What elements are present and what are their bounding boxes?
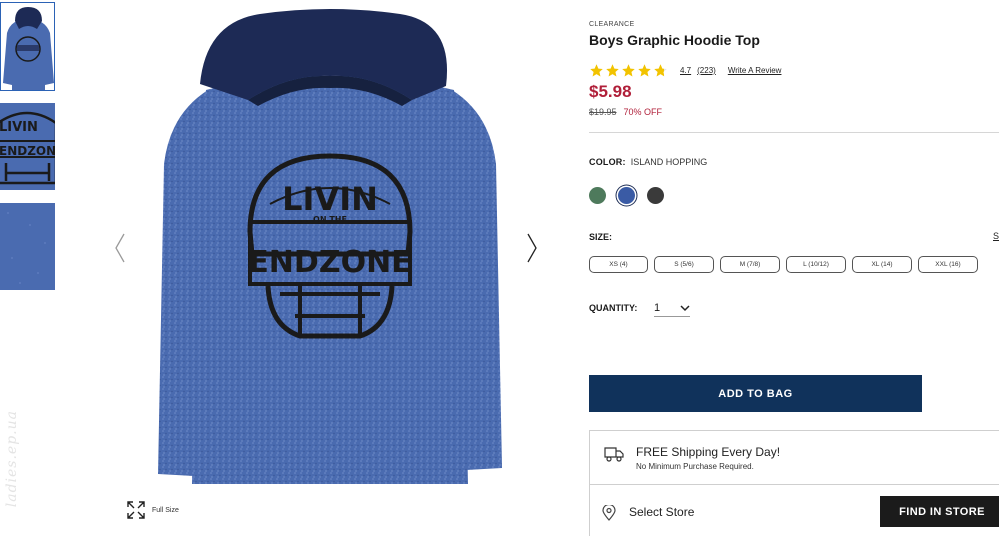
chevron-down-icon [680,304,690,311]
location-pin-icon [602,505,616,521]
chevron-right-icon [527,233,537,263]
swatch-charcoal[interactable] [647,187,664,204]
size-label: SIZE: [589,232,613,242]
discount-label: 70% OFF [623,107,663,117]
quantity-label: QUANTITY: [589,303,638,313]
store-row: Select Store FIND IN STORE [590,485,999,536]
color-label: COLOR: [589,157,626,167]
star-icon [590,64,603,77]
product-info-panel: CLEARANCE Boys Graphic Hoodie Top 4.7 (2… [589,0,999,536]
quantity-select[interactable]: 1 [654,299,690,317]
find-in-store-button[interactable]: FIND IN STORE [880,496,999,527]
star-rating [589,63,668,78]
next-image-button[interactable] [522,230,542,266]
free-shipping-title: FREE Shipping Every Day! [636,445,781,459]
size-option-l[interactable]: L (10/12) [786,256,846,273]
graphic-text-livin: LIVIN [282,180,378,218]
sale-price: $5.98 [589,82,632,101]
color-swatches [589,187,664,204]
expand-icon [127,501,145,519]
thumbnail-1[interactable] [0,2,55,91]
size-option-xs[interactable]: XS (4) [589,256,648,273]
quantity-value: 1 [654,301,661,314]
divider [589,132,999,133]
svg-text:LIVIN: LIVIN [0,120,38,135]
shipping-row: FREE Shipping Every Day! No Minimum Purc… [590,431,999,485]
size-option-m[interactable]: M (7/8) [720,256,780,273]
size-option-xxl[interactable]: XXL (16) [918,256,978,273]
size-guide-link[interactable]: S [993,231,999,241]
graphic-text-endzone: ENDZONE [248,245,411,280]
product-title: Boys Graphic Hoodie Top [589,32,760,48]
size-option-xl[interactable]: XL (14) [852,256,912,273]
add-to-bag-button[interactable]: ADD TO BAG [589,375,922,412]
main-product-image[interactable]: LIVIN ON THE ENDZONE [150,4,510,488]
size-option-s[interactable]: S (5/6) [654,256,714,273]
selected-color-name: ISLAND HOPPING [630,157,708,167]
product-image-stage: LIVIN ON THE ENDZONE [100,0,560,500]
swatch-island-hopping[interactable] [618,187,635,204]
shipping-box: FREE Shipping Every Day! No Minimum Purc… [589,430,999,536]
star-icon [622,64,635,77]
original-price: $19.95 [589,107,617,117]
chevron-left-icon [115,233,125,263]
rating-row: 4.7 (223) Write A Review [589,63,781,78]
graphic-text-on-the: ON THE [313,215,347,224]
free-shipping-subtitle: No Minimum Purchase Required. [636,462,754,471]
rating-value[interactable]: 4.7 [680,66,691,75]
size-options: XS (4) S (5/6) M (7/8) L (10/12) XL (14)… [589,256,978,273]
thumbnail-2[interactable]: LIVIN ENDZONE [0,103,55,190]
write-review-link[interactable]: Write A Review [728,66,782,75]
color-row: COLOR: ISLAND HOPPING [589,157,707,167]
svg-text:ENDZONE: ENDZONE [0,144,55,158]
select-store-link[interactable]: Select Store [629,505,694,519]
thumbnail-3[interactable] [0,203,55,290]
swatch-green-heather[interactable] [589,187,606,204]
watermark-text: ladies.ep.ua [4,410,20,508]
star-icon [638,64,651,77]
previous-image-button[interactable] [110,230,130,266]
clearance-badge: CLEARANCE [589,21,635,28]
full-size-label: Full Size [152,506,179,514]
rating-count[interactable]: (223) [697,66,716,75]
price-comparison: $19.95 70% OFF [589,107,662,117]
full-size-button[interactable]: Full Size [126,500,179,520]
star-icon [606,64,619,77]
truck-icon [604,447,624,462]
star-icon [654,64,667,77]
